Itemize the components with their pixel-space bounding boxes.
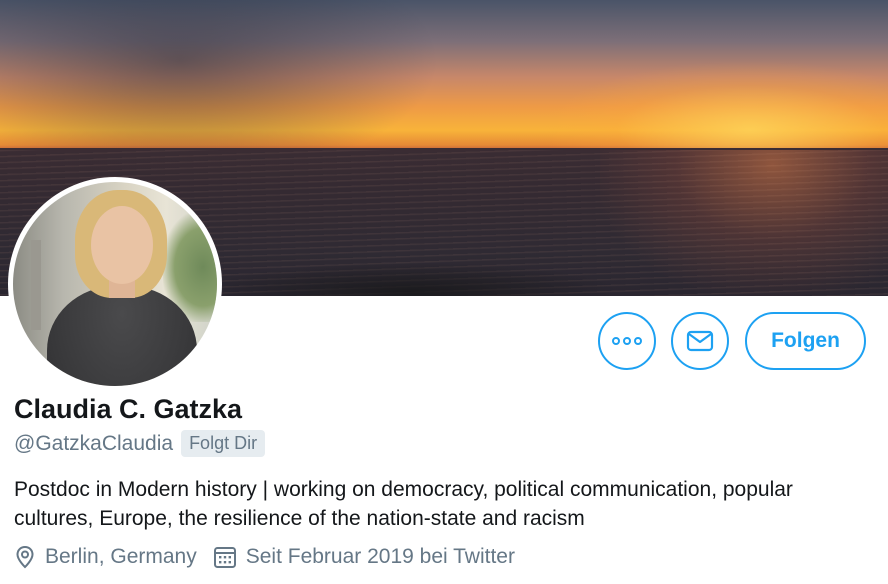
avatar-background-pole bbox=[31, 240, 41, 330]
more-options-button[interactable] bbox=[598, 312, 656, 370]
more-options-icon bbox=[612, 337, 642, 345]
envelope-icon bbox=[686, 330, 714, 352]
profile-handle: @GatzkaClaudia bbox=[14, 431, 174, 455]
dot bbox=[634, 337, 642, 345]
dot bbox=[623, 337, 631, 345]
location-item: Berlin, Germany bbox=[14, 545, 197, 569]
location-pin-icon bbox=[16, 545, 34, 569]
avatar-person-face bbox=[91, 206, 153, 284]
follow-button[interactable]: Folgen bbox=[745, 312, 866, 370]
profile-page: Folgen Claudia C. Gatzka @GatzkaClaudia … bbox=[0, 0, 888, 584]
follows-you-badge: Folgt Dir bbox=[181, 430, 266, 457]
message-button[interactable] bbox=[671, 312, 729, 370]
location-text: Berlin, Germany bbox=[45, 545, 197, 568]
profile-bio: Postdoc in Modern history | working on d… bbox=[14, 478, 793, 530]
joined-item: Seit Februar 2019 bei Twitter bbox=[213, 545, 515, 569]
profile-meta: Berlin, Germany Seit Februar 2019 bei Tw… bbox=[14, 545, 531, 569]
banner-shore bbox=[200, 262, 620, 296]
avatar-photo bbox=[13, 182, 217, 386]
joined-text: Seit Februar 2019 bei Twitter bbox=[245, 545, 515, 568]
profile-avatar[interactable] bbox=[8, 177, 222, 391]
handle-row: @GatzkaClaudia Folgt Dir bbox=[14, 430, 266, 457]
calendar-icon bbox=[213, 547, 236, 568]
profile-name: Claudia C. Gatzka bbox=[14, 394, 243, 424]
dot bbox=[612, 337, 620, 345]
